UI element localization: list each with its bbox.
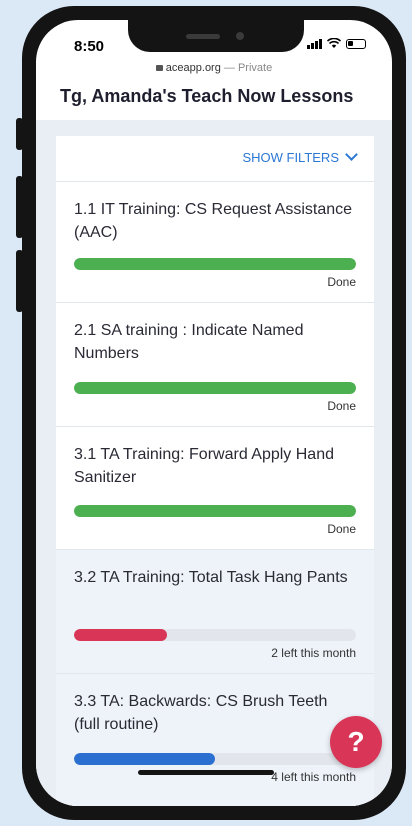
private-label: — Private xyxy=(220,62,273,74)
show-filters-button[interactable]: SHOW FILTERS xyxy=(242,148,358,165)
lesson-status: Done xyxy=(327,522,356,536)
progress-track xyxy=(74,753,356,765)
signal-icon xyxy=(307,38,322,49)
progress-fill xyxy=(74,505,356,517)
status-icons xyxy=(307,38,366,49)
lesson-list-area: SHOW FILTERS 1.1 IT Training: CS Request… xyxy=(36,120,392,806)
lesson-item[interactable]: 3.3 TA: Backwards: CS Brush Teeth (full … xyxy=(56,673,374,806)
lesson-title: 1.1 IT Training: CS Request Assistance (… xyxy=(74,201,353,241)
battery-icon xyxy=(346,38,366,49)
lesson-item[interactable]: 2.1 SA training : Indicate Named Numbers… xyxy=(56,302,374,427)
wifi-icon xyxy=(327,38,341,48)
lesson-item[interactable]: 3.1 TA Training: Forward Apply Hand Sani… xyxy=(56,426,374,550)
lesson-status: Done xyxy=(327,275,356,289)
help-button[interactable]: ? xyxy=(330,716,382,768)
speaker-grille xyxy=(186,34,220,39)
lesson-panel: SHOW FILTERS 1.1 IT Training: CS Request… xyxy=(56,136,374,806)
lock-icon xyxy=(155,65,163,71)
lesson-item[interactable]: 1.1 IT Training: CS Request Assistance (… xyxy=(56,181,374,303)
lesson-title: 2.1 SA training : Indicate Named Numbers xyxy=(74,322,304,362)
url-domain: aceapp.org xyxy=(165,62,221,74)
lesson-item[interactable]: 3.2 TA Training: Total Task Hang Pants 2… xyxy=(56,549,374,674)
home-indicator[interactable] xyxy=(138,770,274,775)
lesson-status: 4 left this month xyxy=(271,770,356,784)
notch xyxy=(128,20,304,52)
progress-fill xyxy=(74,382,356,394)
lesson-status: Done xyxy=(327,399,356,413)
lesson-title: 3.1 TA Training: Forward Apply Hand Sani… xyxy=(74,446,334,486)
front-camera xyxy=(236,32,244,40)
progress-fill xyxy=(74,629,168,641)
progress-track xyxy=(74,382,356,394)
url-bar[interactable]: aceapp.org — Private xyxy=(36,62,392,74)
phone-screen: 8:50 aceapp.org — Private Tg, Amanda's T… xyxy=(36,20,392,806)
progress-fill xyxy=(74,753,215,765)
lesson-status: 2 left this month xyxy=(271,646,356,660)
progress-track xyxy=(74,505,356,517)
lesson-title: 3.2 TA Training: Total Task Hang Pants xyxy=(74,569,348,586)
phone-frame: 8:50 aceapp.org — Private Tg, Amanda's T… xyxy=(22,6,406,820)
lesson-title: 3.3 TA: Backwards: CS Brush Teeth (full … xyxy=(74,693,328,733)
progress-track xyxy=(74,629,356,641)
progress-track xyxy=(74,258,356,270)
progress-fill xyxy=(74,258,356,270)
status-time: 8:50 xyxy=(74,38,105,55)
show-filters-label: SHOW FILTERS xyxy=(242,150,339,165)
page-title: Tg, Amanda's Teach Now Lessons xyxy=(60,86,354,106)
chevron-down-icon xyxy=(345,148,358,161)
